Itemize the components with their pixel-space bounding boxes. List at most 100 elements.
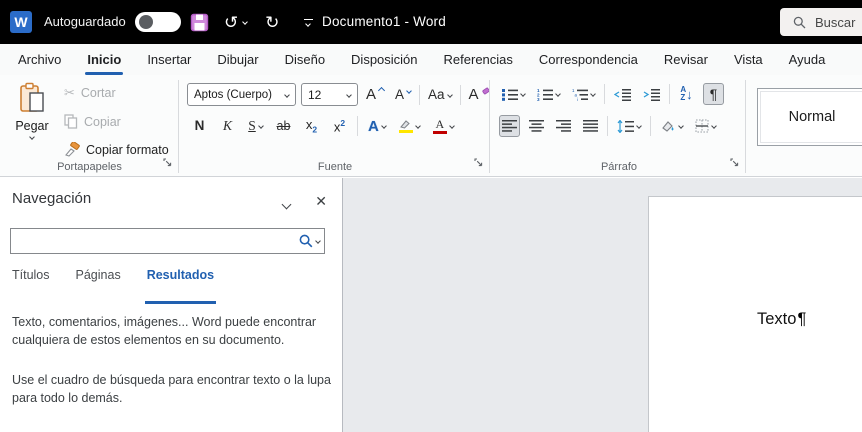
cut-label: Cortar [81, 86, 116, 100]
tab-insertar[interactable]: Insertar [134, 44, 204, 75]
align-center-icon [529, 120, 544, 132]
pane-close-button[interactable]: ✕ [315, 193, 327, 210]
navigation-search-input[interactable] [11, 229, 299, 253]
cut-icon: ✂ [64, 85, 75, 101]
italic-button[interactable]: K [217, 115, 238, 137]
navigation-search-button[interactable] [299, 234, 320, 248]
undo-button[interactable]: ↺ [224, 7, 247, 37]
change-case-button[interactable]: Aa [425, 84, 455, 106]
tab-ayuda[interactable]: Ayuda [776, 44, 839, 75]
shading-chevron-icon[interactable] [678, 123, 684, 129]
bold-button[interactable]: N [189, 115, 210, 137]
borders-chevron-icon[interactable] [711, 123, 717, 129]
justify-button[interactable] [580, 115, 601, 137]
small-separator [419, 85, 420, 105]
show-marks-button[interactable]: ¶ [703, 83, 724, 105]
highlight-chevron-icon[interactable] [415, 123, 421, 129]
redo-button[interactable]: ↻ [261, 7, 283, 37]
bullets-icon [502, 88, 518, 101]
strikethrough-button[interactable]: ab [273, 115, 294, 137]
save-icon [190, 13, 209, 32]
clipboard-dialog-launcher[interactable] [163, 156, 172, 170]
grow-font-button[interactable]: A [363, 84, 387, 106]
tab-revisar[interactable]: Revisar [651, 44, 721, 75]
tab-disposicion[interactable]: Disposición [338, 44, 430, 75]
font-color-chevron-icon[interactable] [449, 123, 455, 129]
chevron-down-icon [282, 200, 292, 210]
increase-indent-button[interactable] [640, 83, 663, 105]
line-spacing-button[interactable] [614, 115, 644, 137]
font-name-combobox[interactable]: Aptos (Cuerpo) [187, 83, 296, 106]
word-app-icon[interactable]: W [10, 11, 32, 33]
font-size-combobox[interactable]: 12 [301, 83, 358, 106]
navigation-search-box [10, 228, 325, 254]
nav-tab-resultados[interactable]: Resultados [147, 268, 214, 290]
shrink-caret-icon [406, 88, 412, 94]
tab-archivo[interactable]: Archivo [5, 44, 74, 75]
tab-referencias[interactable]: Referencias [431, 44, 526, 75]
search-icon [299, 234, 313, 248]
customize-qat-button[interactable] [297, 7, 319, 37]
paste-dropdown-chevron-icon[interactable] [29, 134, 35, 140]
tab-inicio[interactable]: Inicio [74, 44, 134, 75]
bullets-button[interactable] [499, 83, 528, 105]
font-color-icon: A [433, 118, 447, 135]
highlight-color-button[interactable] [396, 115, 423, 137]
bullets-chevron-icon[interactable] [520, 91, 526, 97]
document-text[interactable]: Texto¶ [757, 310, 806, 329]
tab-dibujar[interactable]: Dibujar [204, 44, 271, 75]
small-separator [604, 84, 605, 104]
search-icon [793, 16, 806, 29]
text-effects-button[interactable]: A [365, 115, 389, 137]
cut-button[interactable]: ✂ Cortar [64, 85, 116, 101]
undo-dropdown-chevron-icon[interactable] [242, 19, 248, 25]
underline-button[interactable]: S [245, 115, 266, 137]
small-separator [357, 116, 358, 136]
clipboard-group: Pegar ✂ Cortar Copiar Copiar formato [0, 75, 179, 176]
shrink-font-button[interactable]: A [392, 84, 414, 106]
align-right-button[interactable] [553, 115, 574, 137]
numbering-chevron-icon[interactable] [555, 91, 561, 97]
multilevel-chevron-icon[interactable] [590, 91, 596, 97]
autosave-toggle-knob [139, 15, 153, 29]
align-center-button[interactable] [526, 115, 547, 137]
paragraph-dialog-launcher[interactable] [730, 156, 739, 170]
text-effects-chevron-icon[interactable] [381, 123, 387, 129]
undo-icon: ↺ [224, 14, 238, 31]
sort-button[interactable]: AZ ↓ [676, 83, 697, 105]
borders-icon [695, 119, 709, 133]
nav-tab-paginas[interactable]: Páginas [76, 268, 121, 290]
font-name-chevron-icon[interactable] [284, 92, 290, 98]
format-painter-button[interactable]: Copiar formato [64, 142, 169, 157]
copy-label: Copiar [84, 115, 121, 129]
subscript-button[interactable]: x2 [301, 115, 322, 137]
superscript-button[interactable]: x2 [329, 115, 350, 137]
copy-button[interactable]: Copiar [64, 114, 121, 129]
nav-tab-titulos[interactable]: Títulos [12, 268, 50, 290]
autosave-toggle[interactable] [135, 12, 181, 32]
change-case-chevron-icon[interactable] [447, 92, 453, 98]
pane-options-button[interactable] [283, 195, 290, 213]
tab-diseno[interactable]: Diseño [272, 44, 338, 75]
paste-button[interactable]: Pegar [8, 82, 56, 162]
multilevel-list-button[interactable]: 1 a i [569, 83, 598, 105]
align-left-button[interactable] [499, 115, 520, 137]
font-name-value: Aptos (Cuerpo) [194, 89, 272, 101]
tab-vista[interactable]: Vista [721, 44, 776, 75]
numbering-button[interactable]: 1 2 3 [534, 83, 563, 105]
borders-button[interactable] [692, 115, 719, 137]
save-button[interactable] [188, 7, 210, 37]
shading-button[interactable] [657, 115, 686, 137]
document-page[interactable]: Texto¶ [648, 196, 862, 432]
underline-chevron-icon[interactable] [258, 123, 264, 129]
font-size-chevron-icon[interactable] [346, 92, 352, 98]
search-options-chevron-icon[interactable] [315, 238, 321, 244]
line-spacing-chevron-icon[interactable] [636, 123, 642, 129]
decrease-indent-button[interactable] [611, 83, 634, 105]
font-color-button[interactable]: A [430, 115, 457, 137]
font-dialog-launcher[interactable] [474, 156, 483, 170]
tab-correspondencia[interactable]: Correspondencia [526, 44, 651, 75]
group-separator [745, 80, 746, 173]
style-normal[interactable]: Normal [757, 88, 862, 146]
titlebar-search-box[interactable]: Buscar [780, 8, 862, 36]
